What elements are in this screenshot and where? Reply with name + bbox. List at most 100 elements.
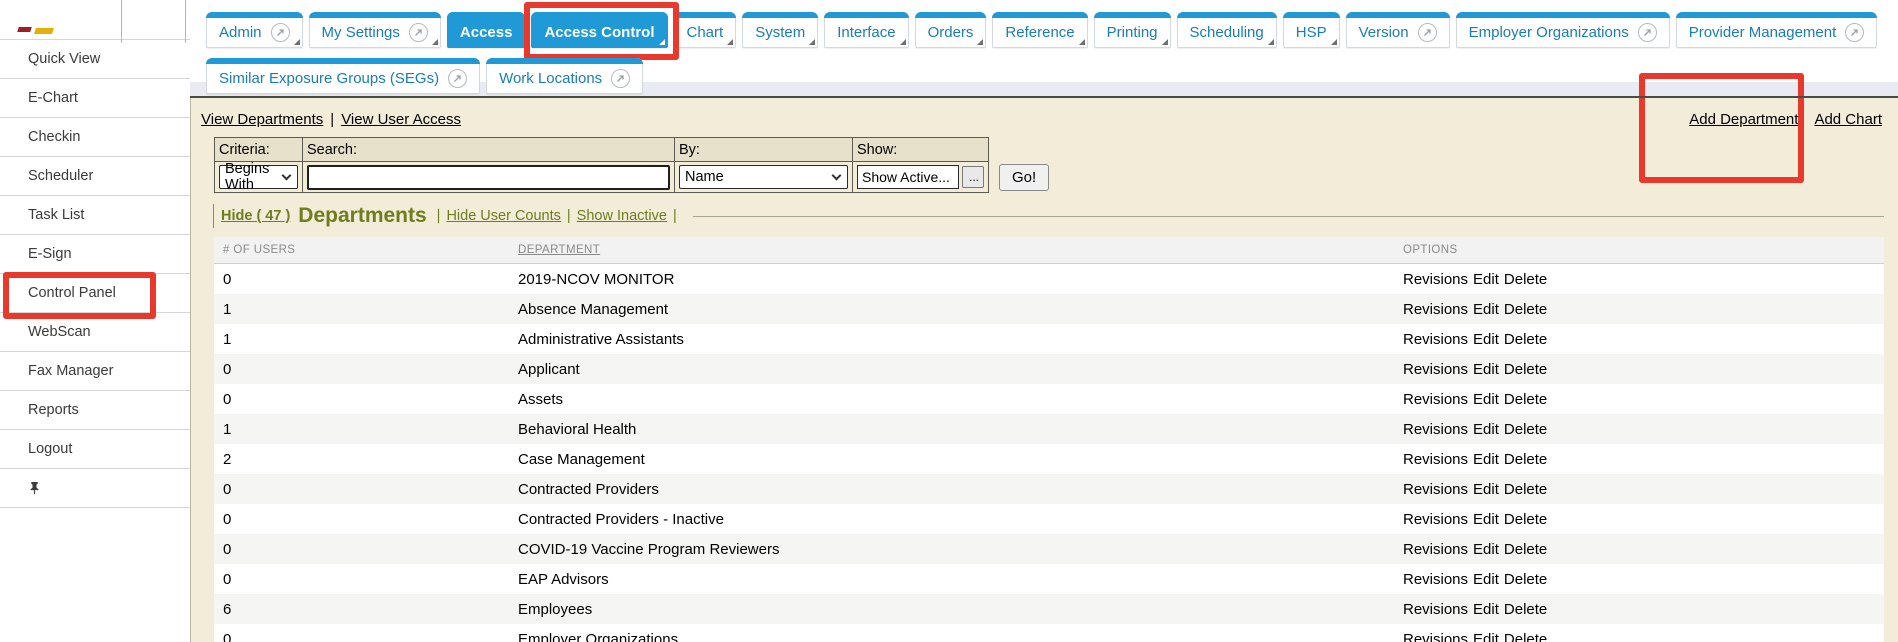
add-chart-link[interactable]: Add Chart: [1814, 111, 1882, 128]
sidebar-item[interactable]: Quick View: [0, 40, 190, 79]
edit-link[interactable]: Edit: [1473, 271, 1499, 288]
go-button[interactable]: Go!: [999, 164, 1049, 191]
edit-link[interactable]: Edit: [1473, 601, 1499, 618]
edit-link[interactable]: Edit: [1473, 481, 1499, 498]
sidebar-item-label: Task List: [28, 207, 84, 223]
tab[interactable]: Employer Organizations: [1456, 12, 1670, 48]
edit-link[interactable]: Edit: [1473, 631, 1499, 642]
delete-link[interactable]: Delete: [1504, 451, 1547, 468]
show-more-button[interactable]: ...: [962, 166, 984, 188]
sidebar-item[interactable]: E-Chart: [0, 79, 190, 118]
view-user-access-link[interactable]: View User Access: [341, 111, 461, 128]
tab[interactable]: System: [742, 12, 818, 48]
sidebar-item[interactable]: Logout: [0, 430, 190, 469]
revisions-link[interactable]: Revisions: [1403, 301, 1468, 318]
edit-link[interactable]: Edit: [1473, 421, 1499, 438]
open-new-window-icon[interactable]: [1418, 23, 1437, 42]
tab[interactable]: Interface: [824, 12, 908, 48]
open-new-window-icon[interactable]: [1845, 23, 1864, 42]
delete-link[interactable]: Delete: [1504, 361, 1547, 378]
tab[interactable]: Admin: [206, 12, 303, 48]
tab[interactable]: Chart: [674, 12, 737, 48]
delete-link[interactable]: Delete: [1504, 481, 1547, 498]
revisions-link[interactable]: Revisions: [1403, 511, 1468, 528]
delete-link[interactable]: Delete: [1504, 271, 1547, 288]
tab[interactable]: Version: [1346, 12, 1450, 48]
sidebar: Quick View E-Chart Checkin Scheduler: [0, 0, 190, 642]
criteria-select[interactable]: Begins With: [219, 165, 298, 189]
edit-link[interactable]: Edit: [1473, 571, 1499, 588]
revisions-link[interactable]: Revisions: [1403, 601, 1468, 618]
tab[interactable]: HSP: [1283, 12, 1340, 48]
sidebar-item[interactable]: E-Sign: [0, 235, 190, 274]
sidebar-item[interactable]: Scheduler: [0, 157, 190, 196]
delete-link[interactable]: Delete: [1504, 601, 1547, 618]
tab[interactable]: Similar Exposure Groups (SEGs): [206, 58, 480, 94]
tab[interactable]: My Settings: [309, 12, 441, 48]
by-select[interactable]: Name: [679, 165, 848, 189]
sidebar-item[interactable]: Checkin: [0, 118, 190, 157]
edit-link[interactable]: Edit: [1473, 451, 1499, 468]
edit-link[interactable]: Edit: [1473, 541, 1499, 558]
revisions-link[interactable]: Revisions: [1403, 481, 1468, 498]
options-cell: Revisions Edit Delete: [1394, 571, 1884, 588]
open-new-window-icon[interactable]: [611, 69, 630, 88]
delete-link[interactable]: Delete: [1504, 571, 1547, 588]
sidebar-item[interactable]: Control Panel: [0, 274, 190, 313]
sidebar-edge-line: [185, 0, 186, 43]
delete-link[interactable]: Delete: [1504, 631, 1547, 642]
delete-link[interactable]: Delete: [1504, 541, 1547, 558]
tab[interactable]: Access: [447, 12, 526, 48]
separator: |: [437, 208, 441, 224]
edit-link[interactable]: Edit: [1473, 511, 1499, 528]
edit-link[interactable]: Edit: [1473, 391, 1499, 408]
table-row: 1 Absence Management Revisions Edit Dele…: [214, 294, 1884, 324]
tab[interactable]: Work Locations: [486, 58, 643, 94]
revisions-link[interactable]: Revisions: [1403, 571, 1468, 588]
revisions-link[interactable]: Revisions: [1403, 391, 1468, 408]
tab[interactable]: Access Control: [531, 12, 667, 48]
sidebar-item[interactable]: WebScan: [0, 313, 190, 352]
delete-link[interactable]: Delete: [1504, 301, 1547, 318]
view-departments-link[interactable]: View Departments: [201, 111, 323, 128]
edit-link[interactable]: Edit: [1473, 331, 1499, 348]
revisions-link[interactable]: Revisions: [1403, 361, 1468, 378]
tab[interactable]: Provider Management: [1676, 12, 1878, 48]
revisions-link[interactable]: Revisions: [1403, 541, 1468, 558]
tab[interactable]: Reference: [992, 12, 1087, 48]
sidebar-item[interactable]: Reports: [0, 391, 190, 430]
edit-link[interactable]: Edit: [1473, 301, 1499, 318]
delete-link[interactable]: Delete: [1504, 391, 1547, 408]
hide-count-link[interactable]: Hide ( 47 ): [221, 208, 290, 224]
sidebar-item[interactable]: Task List: [0, 196, 190, 235]
edit-link[interactable]: Edit: [1473, 361, 1499, 378]
user-count-cell: 0: [214, 511, 509, 528]
revisions-link[interactable]: Revisions: [1403, 421, 1468, 438]
delete-link[interactable]: Delete: [1504, 421, 1547, 438]
search-input[interactable]: [307, 165, 670, 190]
revisions-link[interactable]: Revisions: [1403, 451, 1468, 468]
revisions-link[interactable]: Revisions: [1403, 631, 1468, 642]
delete-link[interactable]: Delete: [1504, 331, 1547, 348]
open-new-window-icon[interactable]: [409, 23, 428, 42]
tab[interactable]: Scheduling: [1177, 12, 1277, 48]
open-new-window-icon[interactable]: [271, 23, 290, 42]
show-active-picker[interactable]: Show Active...: [857, 165, 959, 189]
delete-link[interactable]: Delete: [1504, 511, 1547, 528]
revisions-link[interactable]: Revisions: [1403, 331, 1468, 348]
criteria-select-value: Begins With: [225, 161, 275, 193]
open-new-window-icon[interactable]: [1638, 23, 1657, 42]
tab[interactable]: Orders: [915, 12, 987, 48]
tab-label: Chart: [687, 24, 724, 41]
open-new-window-icon[interactable]: [448, 69, 467, 88]
add-department-link[interactable]: Add Department: [1689, 111, 1798, 128]
tab-bar-row2: Similar Exposure Groups (SEGs) Work Loca…: [206, 58, 643, 94]
hide-user-counts-link[interactable]: Hide User Counts: [446, 208, 560, 224]
department-column-header[interactable]: DEPARTMENT: [518, 244, 600, 256]
show-inactive-link[interactable]: Show Inactive: [577, 208, 667, 224]
sidebar-pin-toggle[interactable]: [0, 469, 190, 508]
revisions-link[interactable]: Revisions: [1403, 271, 1468, 288]
sidebar-item[interactable]: Fax Manager: [0, 352, 190, 391]
tab[interactable]: Printing: [1094, 12, 1171, 48]
options-cell: Revisions Edit Delete: [1394, 271, 1884, 288]
